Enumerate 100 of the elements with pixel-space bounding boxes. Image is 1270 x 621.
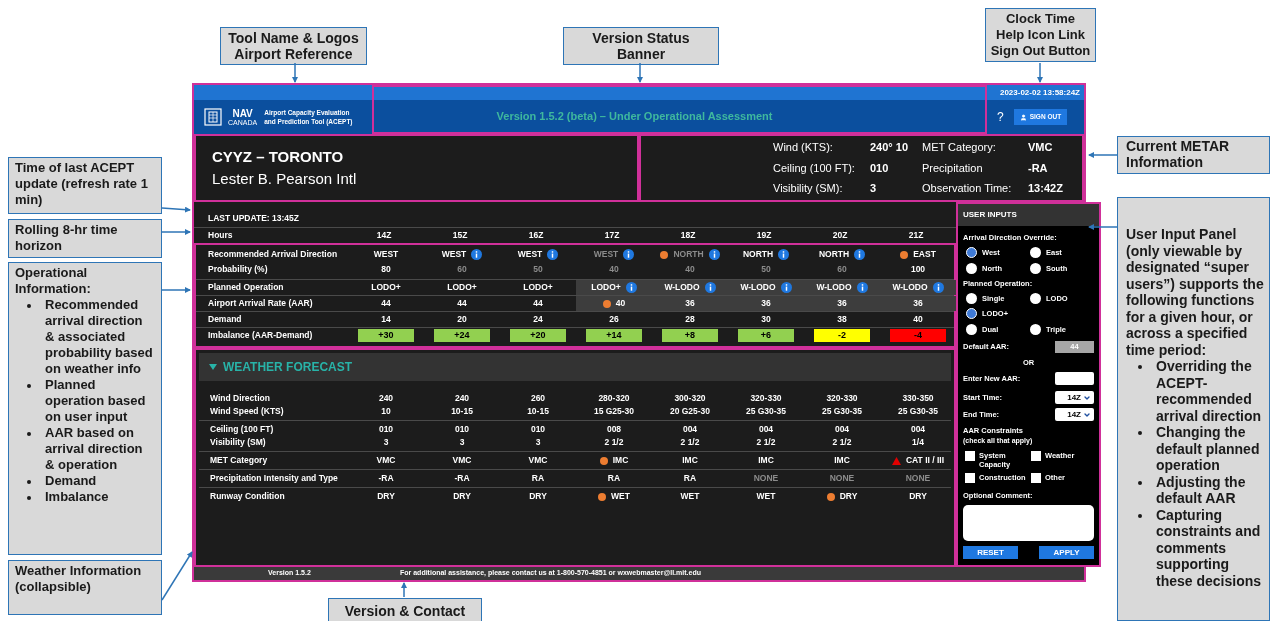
imbalance-chip: +30 [358, 329, 414, 342]
imbalance-chip: +8 [662, 329, 718, 342]
weather-header[interactable]: WEATHER FORECAST [199, 353, 951, 381]
table-cell: NORTH [673, 248, 704, 261]
table-cell: 26 [609, 313, 619, 326]
action-button[interactable]: APPLY [1039, 546, 1094, 559]
table-cell: W-LODO [892, 281, 928, 294]
radio-button[interactable] [1030, 247, 1041, 259]
info-icon[interactable] [623, 249, 635, 260]
info-icon[interactable] [547, 249, 559, 260]
table-cell: 004 [834, 423, 850, 436]
info-icon[interactable] [932, 282, 944, 293]
table-cell: 10-15 [527, 405, 549, 418]
callout-text: Banner [615, 46, 667, 62]
panel-title: USER INPUTS [958, 204, 1099, 226]
metar-label: Precipitation [922, 160, 984, 176]
info-icon[interactable] [704, 282, 716, 293]
table-cell: 100 [910, 263, 926, 276]
table-cell: 25 G30-35 [745, 405, 787, 418]
table-cell: DRY [453, 490, 471, 503]
help-link[interactable]: ? [997, 108, 1004, 126]
row-label: Ceiling (100 FT) [209, 423, 275, 436]
last-update: LAST UPDATE: 13:45Z [207, 212, 300, 226]
table-cell: 25 G30-35 [897, 405, 939, 418]
action-button[interactable]: RESET [963, 546, 1018, 559]
radio-button[interactable] [1030, 293, 1041, 305]
table-cell: NONE [753, 472, 779, 485]
radio-button[interactable] [1030, 323, 1041, 335]
radio-button[interactable] [966, 262, 977, 274]
callout-text: Rolling 8-hr time horizon [15, 222, 119, 254]
info-icon[interactable] [780, 282, 792, 293]
user-icon [1019, 113, 1027, 121]
banner-text: Version 1.5.2 (beta) – Under Operational Assessment [496, 108, 773, 124]
table-cell: DRY [909, 490, 927, 503]
radio-button[interactable] [1030, 262, 1041, 274]
table-cell: 004 [758, 423, 774, 436]
end-time-select[interactable]: 14Z [1055, 408, 1094, 421]
table-cell: 20 G25-30 [669, 405, 711, 418]
table-cell: 14 [381, 313, 391, 326]
row-label: Hours [207, 229, 234, 242]
checkbox[interactable] [965, 450, 975, 461]
hour-header: 14Z [375, 229, 393, 242]
info-icon[interactable] [625, 282, 637, 293]
table-cell: 2 1/2 [604, 436, 624, 449]
table-cell: NONE [905, 472, 931, 485]
info-icon[interactable] [471, 249, 483, 260]
bullet-text: Capturing constraints and comments supporting these decisions [1156, 506, 1263, 589]
table-cell: WEST [373, 248, 399, 261]
table-cell: VMC [452, 454, 472, 467]
callout-text: Weather Information (collapsible) [15, 563, 143, 595]
table-cell: 260 [530, 392, 546, 405]
table-cell: 3 [383, 436, 389, 449]
metar-value: 13:42Z [1028, 181, 1064, 197]
metar-value: 3 [870, 181, 878, 197]
bullet-icon [27, 384, 31, 388]
table-cell: NONE [829, 472, 855, 485]
info-icon[interactable] [708, 249, 720, 260]
table-cell: 40 [913, 313, 923, 326]
table-cell: NORTH [742, 248, 774, 261]
table-cell: IMC [682, 454, 698, 467]
radio-button[interactable] [966, 247, 977, 259]
table-cell: DRY [839, 490, 858, 503]
table-cell: 40 [615, 297, 626, 310]
table-cell: WEST [593, 248, 619, 261]
new-aar-field[interactable] [1055, 372, 1094, 385]
table-cell: DRY [377, 490, 395, 503]
table-cell: W-LODO [664, 281, 700, 294]
radio-button[interactable] [966, 323, 977, 335]
info-icon[interactable] [854, 249, 866, 260]
callout-text: Current METAR Information [1126, 138, 1231, 170]
callout-text: Airport Reference [233, 46, 354, 62]
table-cell: WET [611, 490, 630, 503]
bullet-icon [1138, 365, 1142, 369]
table-cell: 3 [459, 436, 465, 449]
table-cell: IMC [612, 454, 629, 467]
start-time-select[interactable]: 14Z [1055, 391, 1094, 404]
info-icon[interactable] [856, 282, 868, 293]
callout-text: Operational Information: [15, 265, 92, 297]
radio-button[interactable] [966, 308, 977, 320]
checkbox[interactable] [1031, 450, 1041, 461]
comment-field[interactable] [963, 505, 1094, 541]
hour-header: 18Z [679, 229, 697, 242]
radio-button[interactable] [966, 293, 977, 305]
table-cell: CAT II / III [905, 454, 945, 467]
table-cell: 36 [685, 297, 695, 310]
table-cell: EAST [913, 248, 936, 261]
table-cell: VMC [376, 454, 396, 467]
table-cell: WET [756, 490, 776, 503]
airport-code: CYYZ – TORONTO [212, 146, 345, 167]
hour-header: 20Z [831, 229, 849, 242]
callout-text: Sign Out Button [989, 43, 1092, 59]
bullet-icon [27, 432, 31, 436]
info-icon[interactable] [778, 249, 790, 260]
table-cell: LODO+ [447, 281, 477, 294]
checkbox[interactable] [965, 472, 975, 483]
table-cell: 38 [837, 313, 847, 326]
bullet-icon [1138, 480, 1142, 485]
checkbox[interactable] [1031, 472, 1041, 483]
table-cell: RA [683, 472, 697, 485]
table-cell: 2 1/2 [680, 436, 700, 449]
